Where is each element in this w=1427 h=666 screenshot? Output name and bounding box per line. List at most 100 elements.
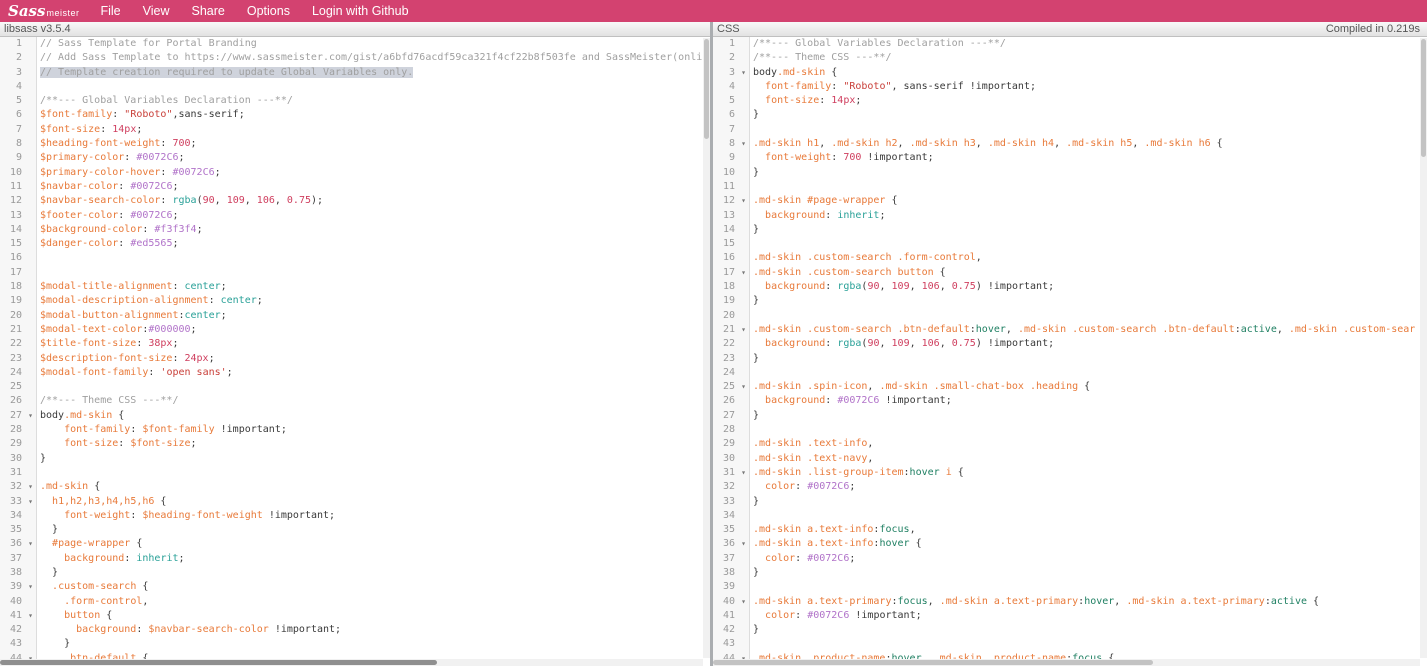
token: { bbox=[1211, 138, 1223, 149]
line-number: 36 bbox=[0, 537, 25, 551]
scrollbar-thumb[interactable] bbox=[1421, 39, 1426, 157]
compile-time-label: Compiled in 0.219s bbox=[1326, 23, 1420, 35]
code-text: $font-family: "Roboto",sans-serif; bbox=[37, 108, 710, 122]
fold-gutter bbox=[25, 108, 37, 122]
code-text: } bbox=[750, 409, 1427, 423]
code-line: 30} bbox=[0, 452, 710, 466]
line-number: 8 bbox=[713, 137, 738, 151]
scrollbar-thumb[interactable] bbox=[704, 39, 709, 139]
line-number: 9 bbox=[713, 151, 738, 165]
token: , bbox=[879, 281, 891, 292]
code-text: .form-control, bbox=[37, 595, 710, 609]
token: .md-skin a.text-primary bbox=[940, 596, 1078, 607]
token: center bbox=[185, 310, 221, 321]
line-number: 3 bbox=[713, 66, 738, 80]
sass-vertical-scrollbar[interactable] bbox=[703, 38, 710, 658]
token: ; bbox=[849, 553, 855, 564]
code-text: $modal-title-alignment: center; bbox=[37, 280, 710, 294]
line-number: 5 bbox=[0, 94, 25, 108]
menu-share[interactable]: Share bbox=[181, 0, 236, 22]
fold-arrow-icon[interactable]: ▾ bbox=[738, 380, 750, 394]
fold-arrow-icon[interactable]: ▾ bbox=[738, 595, 750, 609]
code-line: 42} bbox=[713, 623, 1427, 637]
token: : bbox=[825, 281, 837, 292]
code-line: 16.md-skin .custom-search .form-control, bbox=[713, 251, 1427, 265]
code-text: $footer-color: #0072C6; bbox=[37, 209, 710, 223]
line-number: 31 bbox=[713, 466, 738, 480]
code-line: 22 background: rgba(90, 109, 106, 0.75) … bbox=[713, 337, 1427, 351]
code-text: .md-skin #page-wrapper { bbox=[750, 194, 1427, 208]
fold-arrow-icon[interactable]: ▾ bbox=[25, 580, 37, 594]
scrollbar-thumb[interactable] bbox=[713, 660, 1153, 665]
code-text bbox=[37, 380, 710, 394]
sass-code-editor[interactable]: 1// Sass Template for Portal Branding2//… bbox=[0, 37, 710, 666]
token: #ed5565 bbox=[130, 238, 172, 249]
menu-file[interactable]: File bbox=[89, 0, 131, 22]
fold-arrow-icon[interactable]: ▾ bbox=[738, 266, 750, 280]
code-line: 7 bbox=[713, 123, 1427, 137]
code-line: 16 bbox=[0, 251, 710, 265]
menu-login-github[interactable]: Login with Github bbox=[301, 0, 420, 22]
fold-arrow-icon[interactable]: ▾ bbox=[738, 137, 750, 151]
token: } bbox=[753, 410, 759, 421]
line-number: 37 bbox=[0, 552, 25, 566]
fold-arrow-icon[interactable]: ▾ bbox=[738, 194, 750, 208]
line-number: 42 bbox=[713, 623, 738, 637]
token: : bbox=[130, 510, 142, 521]
css-vertical-scrollbar[interactable] bbox=[1420, 38, 1427, 658]
fold-arrow-icon[interactable]: ▾ bbox=[25, 609, 37, 623]
fold-arrow-icon[interactable]: ▾ bbox=[25, 537, 37, 551]
code-line: 21$modal-text-color:#000000; bbox=[0, 323, 710, 337]
scrollbar-thumb[interactable] bbox=[0, 660, 437, 665]
fold-gutter bbox=[25, 523, 37, 537]
token: : bbox=[124, 553, 136, 564]
token: !important; bbox=[879, 395, 951, 406]
fold-arrow-icon[interactable]: ▾ bbox=[738, 466, 750, 480]
line-number: 30 bbox=[0, 452, 25, 466]
fold-arrow-icon[interactable]: ▾ bbox=[25, 480, 37, 494]
token: /**--- Global Variables Declaration ---*… bbox=[40, 95, 293, 106]
token bbox=[40, 624, 76, 635]
code-line: 15 bbox=[713, 237, 1427, 251]
token: #f3f3f4 bbox=[154, 224, 196, 235]
line-number: 21 bbox=[0, 323, 25, 337]
token bbox=[753, 338, 765, 349]
token: .md-skin .text-info bbox=[753, 438, 867, 449]
fold-arrow-icon[interactable]: ▾ bbox=[738, 66, 750, 80]
fold-arrow-icon[interactable]: ▾ bbox=[738, 323, 750, 337]
menu-options[interactable]: Options bbox=[236, 0, 301, 22]
sass-horizontal-scrollbar[interactable] bbox=[0, 659, 703, 666]
token bbox=[40, 538, 52, 549]
fold-arrow-icon[interactable]: ▾ bbox=[25, 409, 37, 423]
token: ; bbox=[172, 210, 178, 221]
token: $modal-text-color bbox=[40, 324, 142, 335]
code-line: 38 } bbox=[0, 566, 710, 580]
token: color bbox=[765, 553, 795, 564]
token: hover bbox=[879, 538, 909, 549]
code-line: 7$font-size: 14px; bbox=[0, 123, 710, 137]
code-line: 27▾body.md-skin { bbox=[0, 409, 710, 423]
fold-gutter bbox=[738, 294, 750, 308]
token: focus bbox=[879, 524, 909, 535]
token: : bbox=[825, 338, 837, 349]
line-number: 9 bbox=[0, 151, 25, 165]
token: font-weight bbox=[765, 152, 831, 163]
fold-gutter bbox=[25, 509, 37, 523]
code-text: .md-skin .list-group-item:hover i { bbox=[750, 466, 1427, 480]
token: ; bbox=[179, 152, 185, 163]
fold-arrow-icon[interactable]: ▾ bbox=[25, 495, 37, 509]
code-line: 6} bbox=[713, 108, 1427, 122]
fold-gutter bbox=[738, 580, 750, 594]
token: : bbox=[136, 338, 148, 349]
css-horizontal-scrollbar[interactable] bbox=[713, 659, 1420, 666]
menu-view[interactable]: View bbox=[132, 0, 181, 22]
fold-gutter bbox=[738, 637, 750, 651]
fold-arrow-icon[interactable]: ▾ bbox=[738, 537, 750, 551]
code-text: } bbox=[750, 166, 1427, 180]
token: ; bbox=[191, 438, 197, 449]
line-number: 13 bbox=[0, 209, 25, 223]
css-code-view[interactable]: 1/**--- Global Variables Declaration ---… bbox=[713, 37, 1427, 666]
token: $heading-font-weight bbox=[142, 510, 262, 521]
code-line: 31 bbox=[0, 466, 710, 480]
sassmeister-logo[interactable]: Sass meister bbox=[0, 1, 89, 21]
